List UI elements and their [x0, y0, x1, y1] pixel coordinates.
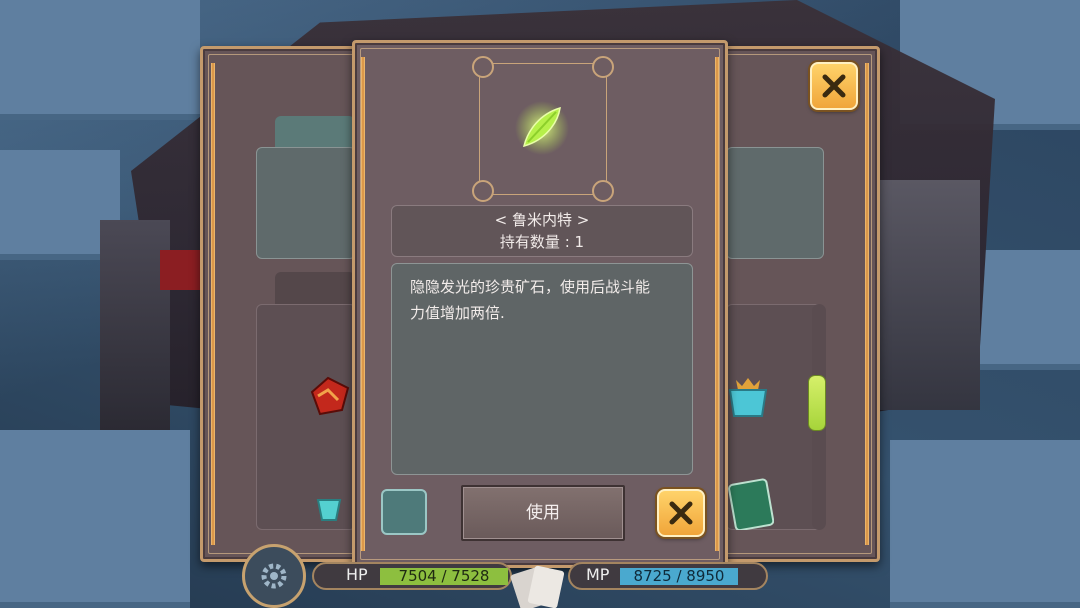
item-quantity: 持有数量 : 1 — [499, 233, 585, 251]
gear-icon — [261, 563, 287, 589]
mp-label: MP — [586, 565, 610, 584]
close-icon — [669, 501, 693, 525]
scrollbar-thumb[interactable] — [809, 376, 825, 430]
frame-ornament — [472, 56, 494, 78]
ice-tile — [890, 440, 1080, 608]
item-preview-slot[interactable] — [381, 489, 427, 535]
close-dialog-button[interactable] — [657, 489, 705, 537]
mp-value: 8725 / 8950 — [620, 568, 738, 585]
hp-bar: HP 7504 / 7528 — [312, 562, 512, 590]
panel-frame-left — [211, 63, 215, 545]
item-icon-frame — [472, 56, 614, 202]
cards-icon[interactable] — [505, 560, 569, 608]
inventory-tab[interactable] — [275, 116, 355, 148]
item-description-line: 隐隐发光的珍贵矿石，使用后战斗能 — [410, 278, 651, 296]
inventory-tab[interactable] — [275, 272, 355, 304]
crowned-cup-item-icon[interactable] — [726, 374, 770, 420]
red-curtain — [160, 250, 200, 290]
panel-frame-right — [865, 63, 869, 545]
frame-ornament — [592, 56, 614, 78]
green-crystal-icon — [515, 101, 569, 155]
stone-wall — [880, 180, 980, 410]
cyan-cup-item-icon[interactable] — [314, 494, 344, 524]
mp-bar: MP 8725 / 8950 — [568, 562, 768, 590]
dialog-frame-left — [361, 57, 365, 551]
ice-tile — [0, 430, 190, 608]
frame-ornament — [592, 180, 614, 202]
settings-button[interactable] — [242, 544, 306, 608]
hp-label: HP — [346, 565, 368, 584]
item-name: < 鲁米内特 > — [494, 211, 590, 229]
item-detail-dialog: < 鲁米内特 > 持有数量 : 1 隐隐发光的珍贵矿石，使用后战斗能 力值增加两… — [352, 40, 728, 568]
frame-ornament — [472, 180, 494, 202]
use-button[interactable]: 使用 — [461, 485, 625, 541]
close-icon — [822, 74, 846, 98]
red-gem-item-icon[interactable] — [306, 374, 352, 418]
item-name-box: < 鲁米内特 > 持有数量 : 1 — [391, 205, 693, 257]
card-item-icon[interactable] — [726, 478, 774, 530]
ice-tile — [0, 0, 200, 120]
close-inventory-button[interactable] — [810, 62, 858, 110]
item-description-box: 隐隐发光的珍贵矿石，使用后战斗能 力值增加两倍. — [391, 263, 693, 475]
item-description-line: 力值增加两倍. — [410, 304, 505, 322]
equipment-slot[interactable] — [726, 147, 824, 259]
hp-value: 7504 / 7528 — [380, 568, 508, 585]
equipment-slot[interactable] — [256, 147, 356, 259]
dialog-frame-right — [715, 57, 719, 551]
